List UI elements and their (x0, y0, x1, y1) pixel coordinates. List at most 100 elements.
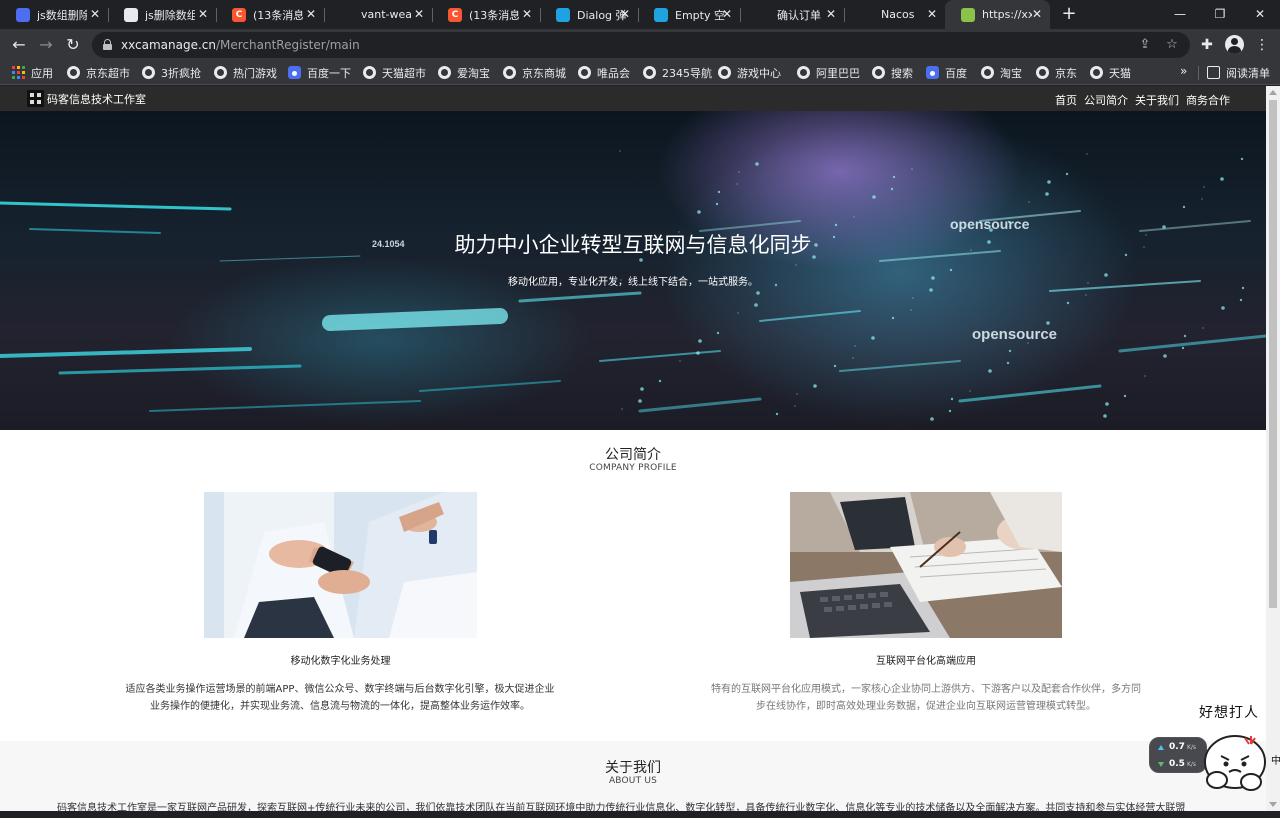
light-particle (891, 316, 895, 320)
tab-close-icon[interactable]: ✕ (304, 7, 318, 21)
bookmark-item[interactable]: 京东 (1036, 64, 1077, 81)
hero-background-art: opensourceopensource24.1054 (0, 150, 1266, 421)
bookmark-item[interactable]: 2345导航 (643, 64, 712, 81)
light-particle (715, 202, 719, 206)
bookmark-star-icon[interactable]: ☆ (1163, 36, 1181, 54)
browser-tab[interactable]: C (13条消息 ✕ (432, 0, 541, 29)
upload-speed-value: 0.7 (1169, 742, 1185, 752)
lock-icon[interactable] (103, 39, 112, 50)
scroll-up-arrow-icon[interactable] (1269, 90, 1277, 95)
bookmarks-overflow-chevron-icon[interactable]: » (1180, 64, 1187, 78)
light-particle (638, 399, 642, 403)
tab-close-icon[interactable]: ✕ (520, 7, 534, 21)
bookmark-item[interactable]: 3折疯抢 (142, 64, 201, 81)
bookmark-item[interactable]: 京东超市 (67, 64, 130, 81)
page-scrollbar[interactable] (1266, 86, 1280, 811)
light-particle (1202, 327, 1204, 329)
light-particle (1066, 301, 1070, 305)
bookmark-label: 阿里巴巴 (816, 66, 860, 80)
browser-tab[interactable]: 确认订单 ✕ (740, 0, 845, 29)
light-streak (958, 384, 1102, 403)
browser-tab[interactable]: https://xx ✕ (945, 0, 1050, 29)
browser-tab[interactable]: js数组删除 ✕ (0, 0, 109, 29)
bookmark-item[interactable]: 热门游戏 (214, 64, 277, 81)
browser-tab[interactable]: js删除数组 ✕ (108, 0, 217, 29)
new-tab-plus-icon[interactable]: + (1058, 4, 1080, 26)
tab-close-icon[interactable]: ✕ (824, 7, 838, 21)
side-ime-indicator: 中 (1271, 756, 1280, 767)
light-particle (1065, 172, 1069, 176)
light-particle (853, 216, 855, 218)
bookmark-item[interactable]: 京东商城 (503, 64, 566, 81)
angry-cartoon-sticker-icon (1204, 735, 1266, 791)
light-particle (1144, 375, 1146, 377)
light-particle (1046, 321, 1050, 325)
menu-kebab-icon[interactable]: ⋮ (1251, 34, 1273, 56)
light-streak (839, 360, 961, 372)
url-text[interactable]: xxcamanage.cn/MerchantRegister/main (121, 38, 360, 52)
card-desc-mobile-business: 适应各类业务操作运营场景的前端APP、微信公众号、数字终端与后台数字化引擎，极大… (90, 681, 590, 715)
light-streak (149, 400, 421, 412)
nav-company-profile-link[interactable]: 公司简介 (1084, 92, 1128, 108)
bookmark-item[interactable]: 天猫超市 (363, 64, 426, 81)
address-bar[interactable]: xxcamanage.cn/MerchantRegister/main ⇪ ☆ (92, 32, 1190, 58)
tab-close-icon[interactable]: ✕ (925, 7, 939, 21)
tab-close-icon[interactable]: ✕ (1030, 7, 1044, 21)
nav-business-link[interactable]: 商务合作 (1186, 92, 1230, 108)
bookmark-item[interactable]: 百度一下 (288, 64, 351, 81)
maximize-icon[interactable]: ❐ (1200, 0, 1240, 29)
light-streak (518, 291, 642, 303)
bookmark-item[interactable]: 游戏中心 (718, 64, 781, 81)
about-section-title: 关于我们 (605, 760, 661, 776)
reload-icon[interactable]: ↻ (61, 33, 85, 57)
tab-close-icon[interactable]: ✕ (412, 7, 426, 21)
globe-icon (872, 66, 885, 79)
light-particle (852, 357, 854, 359)
profile-avatar-icon[interactable] (1225, 35, 1244, 54)
tab-close-icon[interactable]: ✕ (196, 7, 210, 21)
extensions-puzzle-icon[interactable]: ✚ (1196, 34, 1218, 56)
browser-tab[interactable]: Dialog 弹出✕ (540, 0, 639, 29)
tab-close-icon[interactable]: ✕ (720, 7, 734, 21)
light-particle (738, 171, 740, 173)
browser-tab[interactable]: vant-weap✕ (324, 0, 433, 29)
browser-tab[interactable]: Empty 空状✕ (638, 0, 741, 29)
bookmark-item[interactable]: 应用 (12, 64, 53, 81)
light-streak (599, 350, 721, 362)
light-particle (890, 187, 894, 191)
about-text: 码客信息技术工作室是一家互联网产品研发，探索互联网+传统行业未来的公司，我们依靠… (57, 803, 1186, 811)
bookmark-item[interactable]: 百度 (926, 64, 967, 81)
bookmark-item[interactable]: 阿里巴巴 (797, 64, 860, 81)
bookmark-item[interactable]: 淘宝 (981, 64, 1022, 81)
browser-tab[interactable]: Nacos ✕ (844, 0, 945, 29)
nav-about-us-link[interactable]: 关于我们 (1135, 92, 1179, 108)
bookmark-item[interactable]: 唯品会 (578, 64, 630, 81)
reading-list-button[interactable]: 阅读清单 (1207, 64, 1270, 81)
tab-favicon-icon (654, 7, 668, 22)
nav-home-link[interactable]: 首页 (1055, 92, 1077, 108)
site-brand[interactable]: 码客信息技术工作室 (27, 90, 146, 107)
tab-strip: + — ❐ ✕ js数组删除✕js删除数组✕C(13条消息✕vant-weap✕… (0, 0, 1280, 29)
light-particle (696, 351, 700, 355)
download-speed: 0.5 K/s (1158, 758, 1196, 770)
bookmark-item[interactable]: 天猫 (1090, 64, 1131, 81)
scroll-down-arrow-icon[interactable] (1269, 802, 1277, 807)
tab-close-icon[interactable]: ✕ (618, 7, 632, 21)
hero-banner: opensource opensource 24.1054 助力中小企业转型互联网与… (0, 111, 1266, 430)
light-particle (679, 360, 681, 362)
forward-arrow-icon[interactable]: → (34, 33, 58, 57)
bookmark-item[interactable]: 爱淘宝 (438, 64, 490, 81)
back-arrow-icon[interactable]: ← (7, 33, 31, 57)
minimize-icon[interactable]: — (1160, 0, 1200, 29)
tab-close-icon[interactable]: ✕ (88, 7, 102, 21)
light-particle (1123, 394, 1127, 398)
light-particle (1028, 201, 1030, 203)
share-icon[interactable]: ⇪ (1136, 36, 1154, 54)
close-window-icon[interactable]: ✕ (1240, 0, 1280, 29)
browser-tab[interactable]: C (13条消息 ✕ (216, 0, 325, 29)
light-particle (717, 190, 721, 194)
bookmark-item[interactable]: 搜索 (872, 64, 913, 81)
bookmark-label: 热门游戏 (233, 66, 277, 80)
light-particle (736, 183, 738, 185)
scrollbar-thumb[interactable] (1269, 100, 1277, 608)
